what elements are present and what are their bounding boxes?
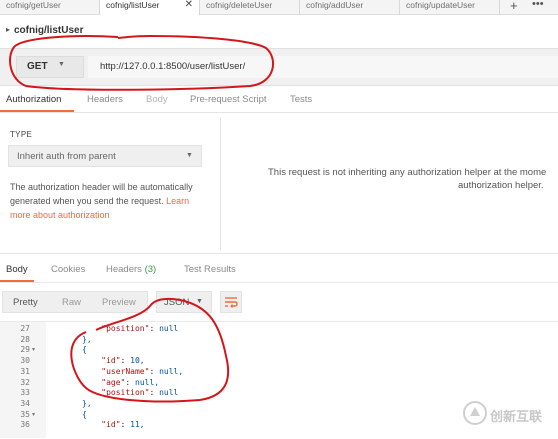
json-key: "position" <box>101 324 150 333</box>
line-number: 34 <box>20 398 30 408</box>
watermark-text: 创新互联 <box>490 409 543 424</box>
auth-notice-line2: authorization helper. <box>458 180 544 191</box>
collapse-caret-icon[interactable]: ▸ <box>6 25 10 34</box>
code-line: "userName": null, <box>82 367 183 376</box>
wrap-lines-icon <box>225 297 238 308</box>
request-title: cofnig/listUser <box>14 25 84 36</box>
json-separator: : <box>120 356 131 366</box>
auth-type-value: Inherit auth from parent <box>17 151 116 162</box>
tab-response-headers[interactable]: Headers (3) <box>106 264 156 275</box>
code-line: }, <box>82 399 92 408</box>
url-text: http://127.0.0.1:8500/user/listUser/ <box>100 61 246 72</box>
chevron-down-icon: ▼ <box>58 61 65 68</box>
chevron-down-icon: ▼ <box>196 298 203 305</box>
code-line: "position": null <box>82 388 178 397</box>
type-label: TYPE <box>10 130 33 139</box>
json-separator: : <box>149 324 160 333</box>
json-separator: : <box>149 388 160 398</box>
code-line: "age": null, <box>82 378 159 387</box>
auth-notice-line1: This request is not inheriting any autho… <box>268 167 547 178</box>
active-tab-underline <box>0 110 74 112</box>
tab-label: cofnig/addUser <box>306 0 364 10</box>
auth-description: The authorization header will be automat… <box>10 180 210 222</box>
line-number: 33 <box>20 388 30 398</box>
line-number: 28 <box>20 334 30 344</box>
tab-tests[interactable]: Tests <box>290 94 312 105</box>
panel-divider <box>220 118 221 250</box>
tab-label: Headers <box>106 264 142 275</box>
tab-headers[interactable]: Headers <box>87 94 123 105</box>
line-number: 36 <box>20 420 30 430</box>
new-tab-plus-icon[interactable]: + <box>510 0 518 13</box>
json-value: }, <box>82 334 92 344</box>
tab-delete-user[interactable]: cofnig/deleteUser <box>200 0 300 14</box>
tab-label: cofnig/getUser <box>6 0 61 10</box>
headers-count-badge: (3) <box>144 264 157 275</box>
watermark-logo-icon <box>463 401 487 425</box>
json-key: "userName" <box>101 366 150 376</box>
line-number: 32 <box>20 377 30 387</box>
code-line: { <box>82 345 87 354</box>
json-separator: : <box>120 420 131 430</box>
line-number: 29 <box>20 345 30 355</box>
json-value: null, <box>159 366 184 376</box>
response-tabs-border <box>0 282 558 283</box>
tab-response-body[interactable]: Body <box>6 264 28 275</box>
format-select-value: JSON <box>164 297 190 308</box>
tab-get-user[interactable]: cofnig/getUser <box>0 0 100 14</box>
close-icon[interactable]: ✕ <box>185 0 193 10</box>
tab-add-user[interactable]: cofnig/addUser <box>300 0 400 14</box>
response-divider <box>0 253 558 254</box>
json-value: null, <box>135 377 160 387</box>
json-key: "id" <box>101 356 121 366</box>
more-tabs-icon[interactable]: ••• <box>532 0 544 10</box>
tab-list-user[interactable]: cofnig/listUser ✕ <box>100 0 200 15</box>
tab-label: cofnig/deleteUser <box>206 0 273 10</box>
tab-cookies[interactable]: Cookies <box>51 264 85 275</box>
line-number: 30 <box>20 356 30 366</box>
json-key: "position" <box>101 388 150 398</box>
request-sub-tabs <box>0 88 558 113</box>
line-number: 35 <box>20 409 30 419</box>
method-label: GET <box>27 61 48 72</box>
tab-authorization[interactable]: Authorization <box>6 94 61 105</box>
code-line: "position": null <box>82 324 178 333</box>
code-line: "id": 10, <box>82 356 145 366</box>
json-value: }, <box>82 398 92 408</box>
json-value: null <box>159 388 179 398</box>
json-value: null <box>159 324 179 333</box>
tab-label: cofnig/updateUser <box>406 0 475 10</box>
tab-pre-request-script[interactable]: Pre-request Script <box>190 94 267 105</box>
json-key: "age" <box>101 377 126 387</box>
fold-chevron-icon[interactable]: ▾ <box>32 346 35 353</box>
tab-update-user[interactable]: cofnig/updateUser <box>400 0 500 14</box>
chevron-down-icon: ▼ <box>186 152 193 159</box>
tab-label: cofnig/listUser <box>106 0 160 10</box>
json-key: "id" <box>101 420 121 430</box>
request-tab-strip: cofnig/getUser cofnig/listUser ✕ cofnig/d… <box>0 0 558 15</box>
raw-button[interactable]: Raw <box>62 297 81 308</box>
code-line: "id": 11, <box>82 420 145 430</box>
json-value: { <box>82 409 87 419</box>
line-number: 27 <box>20 324 30 333</box>
json-separator: : <box>149 366 160 376</box>
json-separator: : <box>125 377 135 387</box>
tab-test-results[interactable]: Test Results <box>184 264 236 275</box>
line-number: 31 <box>20 366 30 376</box>
tab-body[interactable]: Body <box>146 94 168 105</box>
preview-button[interactable]: Preview <box>102 297 136 308</box>
json-value: 11, <box>130 420 145 430</box>
json-value: 10, <box>130 356 145 366</box>
pretty-button[interactable]: Pretty <box>13 297 38 308</box>
json-value: { <box>82 345 87 355</box>
fold-chevron-icon[interactable]: ▾ <box>32 411 35 418</box>
code-line: { <box>82 410 87 419</box>
code-line: }, <box>82 335 92 344</box>
